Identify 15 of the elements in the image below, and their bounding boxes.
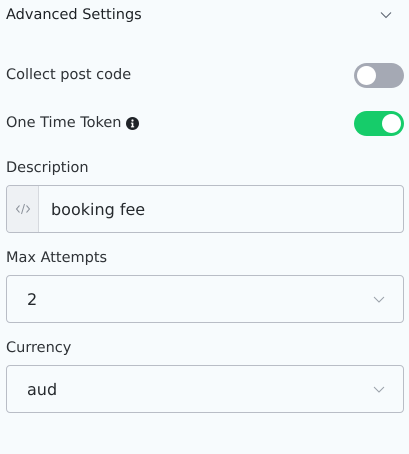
- toggle-switch[interactable]: [354, 62, 404, 88]
- toggle-switch[interactable]: [354, 110, 404, 136]
- info-icon[interactable]: [126, 116, 140, 130]
- section-title: Advanced Settings: [6, 7, 142, 23]
- chevron-icon: [373, 296, 385, 302]
- toggle-label: One Time Token: [6, 115, 122, 131]
- select-field[interactable]: 2: [6, 275, 404, 323]
- chevron-icon: [373, 386, 385, 392]
- field-label: Max Attempts: [6, 250, 108, 266]
- field-label: Currency: [6, 340, 72, 356]
- select-field[interactable]: aud: [6, 365, 404, 413]
- input-field[interactable]: booking fee: [6, 185, 404, 233]
- toggle-label: Collect post code: [6, 67, 132, 83]
- code-icon: [14, 203, 30, 215]
- field-label: Description: [6, 160, 90, 176]
